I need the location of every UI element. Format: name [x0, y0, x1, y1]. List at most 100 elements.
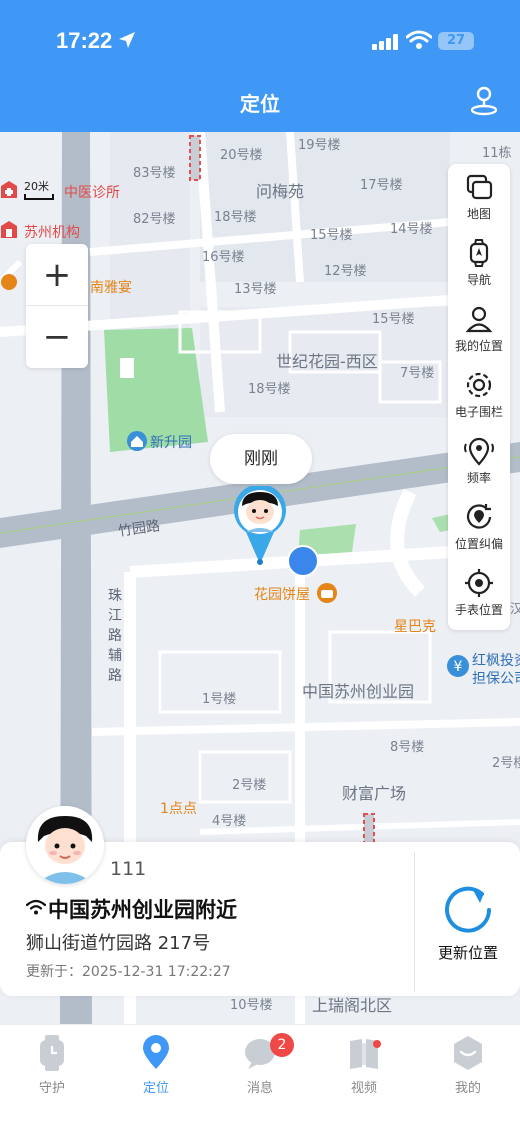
new-indicator-dot: [373, 1040, 381, 1048]
tab-location[interactable]: 定位: [104, 1031, 208, 1101]
map-label: 15号楼: [372, 312, 415, 327]
svg-text:¥: ¥: [454, 659, 463, 675]
map-poi[interactable]: 新升园: [150, 432, 192, 452]
map-poi[interactable]: 星巴克: [394, 616, 436, 636]
tool-map-layers[interactable]: 地图: [448, 164, 510, 230]
tool-label: 频率: [466, 471, 491, 485]
map-label: 18号楼: [248, 382, 291, 397]
finance-poi-icon[interactable]: ¥: [446, 654, 470, 678]
last-update-bubble: 刚刚: [210, 434, 312, 484]
map-label: 问梅苑: [256, 182, 305, 201]
tool-navigation[interactable]: 导航: [448, 230, 510, 296]
tool-geofence[interactable]: 电子围栏: [448, 362, 510, 428]
tab-mine[interactable]: 我的: [416, 1031, 520, 1101]
map-label: 16号楼: [202, 250, 245, 265]
map-scale: 20米: [24, 178, 54, 200]
top-bar: 17:22 27 定位: [0, 0, 520, 132]
map-poi[interactable]: 红枫投资: [472, 650, 520, 670]
tool-label: 地图: [466, 207, 491, 221]
road-label: 珠江路辅路: [108, 588, 122, 684]
map-poi[interactable]: 南雅宴: [90, 277, 132, 297]
tool-my-location[interactable]: 我的位置: [448, 296, 510, 362]
watch-navigation-icon: [469, 239, 489, 267]
card-divider: [414, 852, 415, 992]
map-label: 中国苏州创业园: [302, 682, 415, 701]
community-poi-icon[interactable]: [126, 430, 148, 452]
map-tool-panel: 地图 导航 我的位置 电子围栏 频率 位置纠偏 手表位置: [448, 164, 510, 630]
frequency-pin-icon: [464, 437, 494, 466]
tab-label: 我的: [454, 1081, 481, 1096]
map-poi[interactable]: 1点点: [160, 798, 197, 818]
location-address: 狮山街道竹园路 217号: [26, 933, 211, 954]
bakery-poi-icon[interactable]: [316, 582, 338, 604]
location-arrow-icon: [119, 32, 135, 48]
person-icon: [465, 306, 493, 333]
tool-watch-location[interactable]: 手表位置: [448, 560, 510, 626]
map-label: 8号楼: [390, 740, 425, 755]
map-label: 82号楼: [133, 212, 176, 227]
location-pin-icon: [143, 1035, 169, 1069]
child-avatar-icon: [26, 806, 104, 884]
zoom-in-button[interactable]: +: [26, 244, 88, 306]
watch-location-marker[interactable]: [232, 486, 288, 566]
map-poi[interactable]: 苏州机构: [24, 222, 80, 242]
battery-indicator: 27: [438, 32, 474, 50]
map-label: 4号楼: [212, 814, 247, 829]
refresh-location-button[interactable]: 更新位置: [416, 852, 520, 992]
map-label: 19号楼: [298, 138, 341, 153]
map-label: 10号楼: [230, 998, 273, 1013]
tool-label: 我的位置: [454, 339, 503, 353]
tool-label: 位置纠偏: [454, 537, 503, 551]
tab-bar: 守护 定位 消息 2 视频 我的: [0, 1024, 520, 1131]
map-label: 1号楼: [202, 692, 237, 707]
tool-frequency[interactable]: 频率: [448, 428, 510, 494]
tab-messages[interactable]: 消息 2: [208, 1031, 312, 1101]
map-label: 17号楼: [360, 178, 403, 193]
refresh-location-label: 更新位置: [437, 944, 498, 962]
tool-position-correction[interactable]: 位置纠偏: [448, 494, 510, 560]
map-label: 83号楼: [133, 166, 176, 181]
map-label: 汉: [510, 602, 520, 617]
user-location-icon[interactable]: [470, 86, 498, 116]
map-poi[interactable]: 中医诊所: [64, 182, 120, 202]
status-bar: 17:22 27: [0, 0, 520, 84]
unread-badge: 2: [270, 1033, 294, 1057]
tab-video[interactable]: 视频: [312, 1031, 416, 1101]
map-label: 世纪花园-西区: [276, 352, 378, 371]
wifi-icon: [406, 30, 432, 49]
map-label: 20号楼: [220, 148, 263, 163]
map-poi: 担保公司: [472, 671, 520, 687]
crosshair-icon: [465, 569, 493, 597]
map-layers-icon: [466, 174, 493, 200]
device-name: 111: [110, 858, 147, 880]
tool-label: 导航: [466, 273, 491, 287]
map-scale-label: 20米: [24, 180, 49, 193]
avatar[interactable]: [26, 806, 104, 884]
phone-location-dot: [287, 545, 319, 577]
restaurant-poi-icon[interactable]: [0, 272, 18, 292]
map-poi[interactable]: 花园饼屋: [254, 584, 310, 604]
wifi-source-icon: [26, 899, 46, 915]
tab-guard[interactable]: 守护: [0, 1031, 104, 1101]
map-label: 14号楼: [390, 222, 433, 237]
tab-label: 视频: [350, 1081, 377, 1096]
status-time: 17:22: [56, 28, 113, 53]
map-label: 7号楼: [400, 366, 435, 381]
tool-label: 手表位置: [454, 603, 503, 617]
geofence-icon: [466, 372, 492, 398]
map-label: 15号楼: [310, 228, 353, 243]
tab-label: 守护: [38, 1081, 65, 1096]
refresh-icon: [445, 886, 491, 933]
page-title: 定位: [240, 92, 280, 116]
clinic-poi-icon[interactable]: [0, 180, 18, 200]
map-label: 11栋: [482, 146, 512, 161]
cellular-signal-icon: [372, 34, 398, 50]
zoom-out-button[interactable]: −: [26, 306, 88, 368]
tab-label: 定位: [142, 1081, 169, 1096]
map-label: 2号楼: [232, 778, 267, 793]
tab-label: 消息: [246, 1081, 273, 1096]
institution-poi-icon[interactable]: [0, 220, 18, 240]
map-label: 财富广场: [342, 784, 407, 803]
hexagon-profile-icon: [454, 1036, 482, 1070]
position-correct-icon: [466, 504, 492, 529]
